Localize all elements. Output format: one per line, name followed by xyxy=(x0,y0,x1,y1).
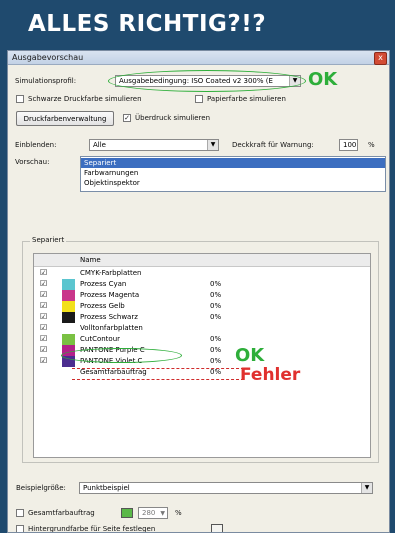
window-title: Ausgabevorschau xyxy=(12,53,84,62)
window-titlebar: Ausgabevorschau x xyxy=(8,51,389,65)
ink-name: CMYK-Farbplatten xyxy=(80,269,142,277)
simulate-paper-label: Papierfarbe simulieren xyxy=(207,95,286,103)
ink-swatch xyxy=(62,279,75,290)
total-ink-color-swatch[interactable] xyxy=(121,508,133,518)
page-background-color-swatch[interactable] xyxy=(211,524,223,532)
simulate-overprint-label: Überdruck simulieren xyxy=(135,114,211,122)
table-row[interactable]: ☑ Prozess Cyan 0% xyxy=(34,279,370,290)
strike-line-purple xyxy=(72,368,244,369)
ok-annotation-profile: OK xyxy=(308,69,338,90)
warning-opacity-label: Deckkraft für Warnung: xyxy=(232,141,314,149)
preview-option-color-warnings[interactable]: Farbwarnungen xyxy=(81,168,385,178)
table-row[interactable]: ☑ Prozess Magenta 0% xyxy=(34,290,370,301)
error-annotation: Fehler xyxy=(240,365,301,385)
ink-name: CutContour xyxy=(80,335,121,343)
visibility-checkbox[interactable]: ☑ xyxy=(40,324,48,332)
ink-swatch xyxy=(62,334,75,345)
table-row[interactable]: ☑ Prozess Schwarz 0% xyxy=(34,312,370,323)
ink-coverage: 0% xyxy=(210,357,222,365)
page: ALLES RICHTIG?!? Ausgabevorschau x Simul… xyxy=(0,0,395,533)
show-select[interactable]: Alle ▼ xyxy=(89,139,219,151)
ink-coverage: 0% xyxy=(210,346,222,354)
visibility-checkbox[interactable]: ☑ xyxy=(40,335,48,343)
banner-title: ALLES RICHTIG?!? xyxy=(28,11,267,37)
simulate-black-checkbox[interactable] xyxy=(16,95,24,103)
sample-size-label: Beispielgröße: xyxy=(16,484,66,492)
visibility-checkbox[interactable]: ☑ xyxy=(40,313,48,321)
ink-name: Volltonfarbplatten xyxy=(80,324,143,332)
warning-opacity-input[interactable]: 100 xyxy=(339,139,358,151)
chevron-down-icon: ▼ xyxy=(160,510,165,517)
preview-option-separated[interactable]: Separiert xyxy=(81,158,385,168)
total-ink-label: Gesamtfarbauftrag xyxy=(28,509,95,517)
ink-coverage: 0% xyxy=(210,302,222,310)
ink-coverage: 0% xyxy=(210,313,222,321)
ink-coverage: 0% xyxy=(210,291,222,299)
preview-option-object-inspector[interactable]: Objektinspektor xyxy=(81,178,385,188)
simulate-paper-checkbox[interactable] xyxy=(195,95,203,103)
total-ink-value: 280 xyxy=(142,509,156,517)
table-row[interactable]: ☑ Prozess Gelb 0% xyxy=(34,301,370,312)
table-row[interactable]: ☑ CutContour 0% xyxy=(34,334,370,345)
sample-size-value: Punktbeispiel xyxy=(83,484,130,492)
ink-name: Prozess Schwarz xyxy=(80,313,138,321)
simulate-overprint-checkbox[interactable]: ✓ xyxy=(123,114,131,122)
ink-name: Prozess Cyan xyxy=(80,280,127,288)
ok-highlight-ellipse xyxy=(108,70,306,92)
visibility-checkbox[interactable]: ☑ xyxy=(40,302,48,310)
ink-swatch xyxy=(62,301,75,312)
total-ink-unit: % xyxy=(175,509,182,517)
simulate-black-label: Schwarze Druckfarbe simulieren xyxy=(28,95,142,103)
visibility-checkbox[interactable]: ☑ xyxy=(40,291,48,299)
ink-swatch xyxy=(62,290,75,301)
table-header: Name xyxy=(34,254,370,267)
show-value: Alle xyxy=(93,141,106,149)
page-background-checkbox[interactable] xyxy=(16,525,24,532)
chevron-down-icon: ▼ xyxy=(207,140,218,150)
table-row[interactable]: ☑ Volltonfarbplatten xyxy=(34,323,370,334)
preview-label: Vorschau: xyxy=(15,158,50,166)
visibility-checkbox[interactable]: ☑ xyxy=(40,346,48,354)
total-ink-checkbox[interactable] xyxy=(16,509,24,517)
simulation-profile-label: Simulationsprofil: xyxy=(15,77,77,85)
ink-manager-button[interactable]: Druckfarbenverwaltung xyxy=(16,111,114,126)
separations-group-title: Separiert xyxy=(30,236,67,244)
ok-annotation-cutcontour: OK xyxy=(235,345,265,366)
page-background-label: Hintergrundfarbe für Seite festlegen xyxy=(28,525,156,533)
ink-coverage: 0% xyxy=(210,335,222,343)
total-ink-input[interactable]: 280 ▼ xyxy=(138,507,168,519)
ink-name: Prozess Gelb xyxy=(80,302,125,310)
visibility-checkbox[interactable]: ☑ xyxy=(40,357,48,365)
visibility-checkbox[interactable]: ☑ xyxy=(40,269,48,277)
ink-name: Prozess Magenta xyxy=(80,291,140,299)
table-row[interactable]: ☑ CMYK-Farbplatten xyxy=(34,268,370,279)
ink-coverage: 0% xyxy=(210,280,222,288)
visibility-checkbox[interactable]: ☑ xyxy=(40,280,48,288)
chevron-down-icon: ▼ xyxy=(361,483,372,493)
strike-line-violet xyxy=(72,379,244,380)
close-icon[interactable]: x xyxy=(374,52,387,65)
ink-swatch xyxy=(62,312,75,323)
sample-size-select[interactable]: Punktbeispiel ▼ xyxy=(79,482,373,494)
output-preview-window: Ausgabevorschau x Simulationsprofil: Aus… xyxy=(7,50,390,533)
preview-listbox[interactable]: Separiert Farbwarnungen Objektinspektor xyxy=(80,156,386,192)
column-name-header: Name xyxy=(80,256,101,264)
show-label: Einblenden: xyxy=(15,141,57,149)
warning-opacity-unit: % xyxy=(368,141,375,149)
ok-highlight-ellipse-cutcontour xyxy=(61,348,182,363)
